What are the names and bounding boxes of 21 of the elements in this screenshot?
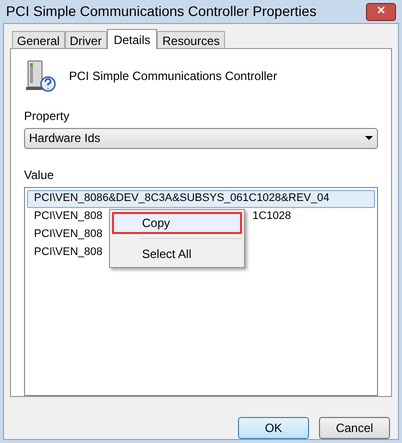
value-row[interactable]: PCI\VEN_808 (34, 226, 102, 243)
device-icon (24, 59, 56, 93)
dialog-button[interactable]: Cancel (319, 417, 390, 439)
value-row[interactable]: PCI\VEN_808 (34, 244, 102, 261)
dialog-button[interactable]: OK (238, 417, 309, 439)
window-title: PCI Simple Communications Controller Properties (6, 2, 316, 21)
property-label: Property (24, 108, 70, 125)
device-name: PCI Simple Communications Controller (69, 68, 278, 85)
value-row[interactable]: PCI\VEN_808 (34, 208, 102, 225)
value-label: Value (24, 166, 55, 184)
menu-item[interactable]: Copy (112, 212, 242, 234)
tab[interactable]: Driver (64, 31, 107, 48)
menu-item[interactable]: Select All (112, 242, 242, 265)
property-dropdown[interactable]: Hardware Ids (24, 128, 378, 149)
caret-icon (365, 136, 373, 140)
tab[interactable]: Resources (157, 31, 225, 48)
close-button[interactable]: ✕ (366, 2, 396, 20)
tab[interactable]: General (12, 31, 65, 48)
value-row-tail: 1C1028 (252, 209, 292, 224)
tab[interactable]: Details (106, 29, 158, 49)
selected-value-row[interactable]: PCI\VEN_8086&DEV_8C3A&SUBSYS_061C1028&REV_04 (27, 190, 375, 208)
